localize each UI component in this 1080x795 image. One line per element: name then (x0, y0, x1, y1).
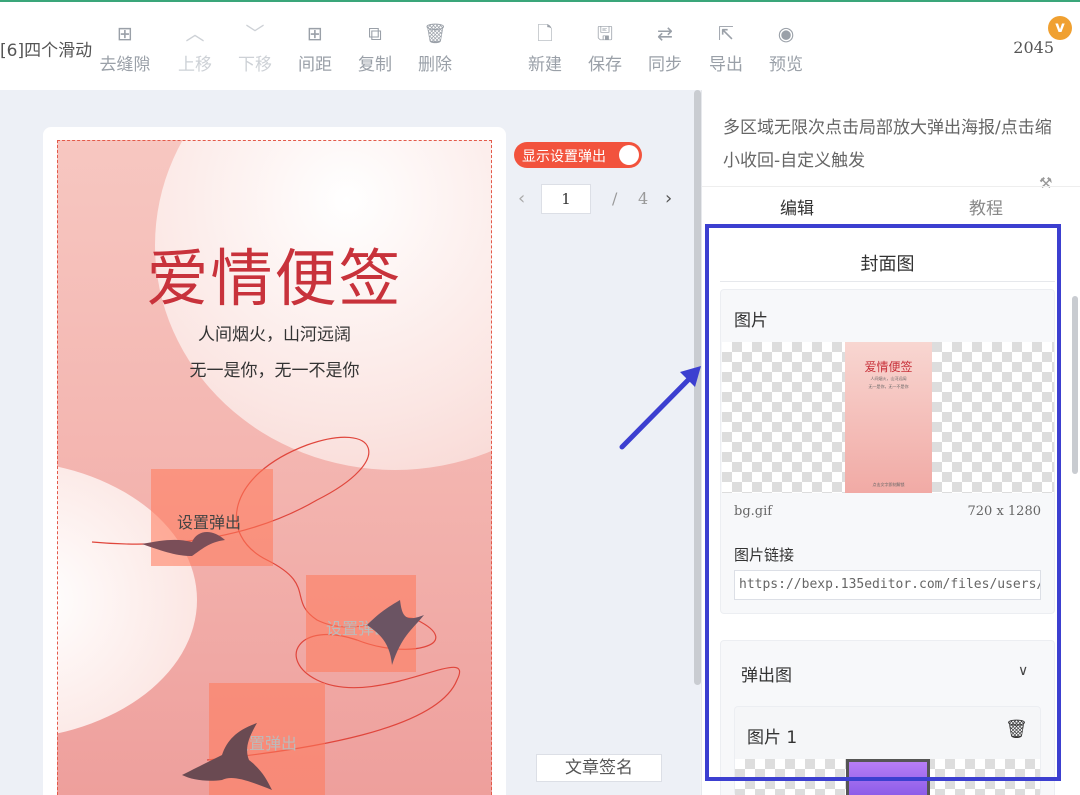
document-title[interactable]: [6]四个滑动 (0, 36, 92, 61)
file-dimensions: 720 x 1280 (967, 504, 1042, 519)
image-link-input[interactable]: https://bexp.135editor.com/files/users/0 (734, 570, 1041, 600)
page-total: 4 (638, 189, 649, 208)
chevron-left-icon[interactable]: ‹ (518, 188, 525, 209)
toolbar-button-9[interactable]: ⇄ 同步 (635, 22, 695, 75)
cover-image-preview[interactable]: 爱情便签 人间烟火，山河远阔 无一是你，无一不是你 点击文字即刻解锁 (722, 342, 1054, 493)
canvas-scrollbar[interactable] (694, 90, 701, 685)
poster-preview[interactable]: 爱情便签 人间烟火，山河远阔 无一是你，无一不是你 设置弹出 设置弹出 设置弹出 (57, 140, 492, 795)
toolbar-button-11[interactable]: ◉ 预览 (756, 22, 816, 75)
image-link-label: 图片链接 (734, 546, 795, 564)
popup-image-label: 图片 1 (747, 728, 798, 748)
toggle-label: 显示设置弹出 (522, 149, 606, 165)
thumb-footer: 点击文字即刻解锁 (872, 482, 905, 487)
page-number-input[interactable]: 1 (541, 184, 591, 214)
bird-illustration (367, 600, 424, 665)
popup-image-item: 图片 1 🗑 (734, 706, 1041, 795)
chevron-right-icon[interactable]: › (665, 188, 672, 209)
bird-illustration (142, 531, 225, 556)
toolbar-button-1[interactable]: ⊞ 去缝隙 (95, 22, 155, 75)
toolbar-button-5[interactable]: ⧉ 复制 (345, 22, 405, 75)
toolbar-button-label: 下移 (238, 55, 272, 75)
tab-tutorial[interactable]: 教程 (969, 194, 1003, 219)
show-popup-toggle[interactable]: 显示设置弹出 (514, 142, 642, 168)
toolbar-button-10[interactable]: ⇱ 导出 (696, 22, 756, 75)
spacing-icon: ⊞ (307, 23, 323, 45)
toolbar-button-label: 去缝隙 (99, 55, 151, 75)
cover-section-title: 封面图 (860, 254, 915, 275)
chevron-down-icon[interactable]: ∨ (1018, 663, 1028, 679)
vip-badge-icon[interactable]: v (1048, 16, 1072, 40)
eye-icon: ◉ (777, 23, 795, 45)
panel-tabs: 编辑 教程 (702, 186, 1080, 222)
toolbar-button-4[interactable]: ⊞ 间距 (285, 22, 345, 75)
trash-icon[interactable]: 🗑 (1005, 719, 1028, 740)
article-signature-button[interactable]: 文章签名 (536, 754, 662, 782)
toolbar-button-label: 上移 (178, 55, 212, 75)
page-separator: / (612, 189, 618, 208)
toggle-knob[interactable] (619, 145, 639, 165)
popup-image-preview[interactable] (735, 759, 1040, 795)
toolbar-button-label: 新建 (528, 55, 562, 75)
toolbar-button-3[interactable]: ﹀ 下移 (225, 22, 285, 75)
tab-edit[interactable]: 编辑 (780, 194, 814, 219)
template-description: 多区域无限次点击局部放大弹出海报/点击缩小收回-自定义触发 (723, 118, 1052, 171)
toolbar-button-label: 预览 (769, 55, 803, 75)
toolbar-button-label: 保存 (588, 55, 622, 75)
panel-scrollbar[interactable] (1072, 296, 1078, 474)
new-doc-icon: 🗋 (537, 23, 553, 45)
popup-image-card: 弹出图 ∨ 图片 1 🗑 (720, 640, 1055, 795)
cover-thumbnail: 爱情便签 人间烟火，山河远阔 无一是你，无一不是你 点击文字即刻解锁 (845, 342, 932, 493)
toolbar-button-label: 同步 (648, 55, 682, 75)
cover-image-card: 图片 爱情便签 人间烟火，山河远阔 无一是你，无一不是你 点击文字即刻解锁 bg… (720, 289, 1055, 614)
sync-icon: ⇄ (657, 23, 673, 45)
toolbar-button-label: 复制 (358, 55, 392, 75)
image-label: 图片 (734, 311, 768, 331)
toolbar-button-7[interactable]: 🗋 新建 (515, 22, 575, 75)
toolbar-button-label: 间距 (298, 55, 332, 75)
user-count: 2045 (1013, 38, 1054, 57)
toolbar-button-6[interactable]: 🗑 删除 (405, 22, 465, 75)
chevron-down-icon: ﹀ (245, 23, 265, 45)
copy-icon: ⧉ (368, 23, 382, 45)
trash-icon: 🗑 (422, 23, 448, 45)
toolbar-button-label: 导出 (709, 55, 743, 75)
bird-illustration (182, 723, 272, 790)
thumb-line-1: 人间烟火，山河远阔 (870, 376, 907, 381)
popup-section-title: 弹出图 (741, 666, 792, 686)
thumb-line-2: 无一是你，无一不是你 (868, 384, 909, 389)
cover-section-header: 封面图 (720, 236, 1055, 282)
thumb-title: 爱情便签 (864, 360, 913, 374)
export-icon: ⇱ (718, 23, 734, 45)
popup-thumbnail (846, 759, 930, 795)
save-icon: 🖫 (596, 23, 614, 45)
toolbar-button-8[interactable]: 🖫 保存 (575, 22, 635, 75)
top-toolbar: [6]四个滑动 ⊞ 去缝隙 ︿ 上移 ﹀ 下移 ⊞ 间距 ⧉ 复制 🗑 删除 🗋 新建 🖫 保存 ⇄ 同步 ⇱ 导出 ◉… (0, 0, 1080, 90)
chevron-up-icon: ︿ (185, 23, 205, 45)
file-name: bg.gif (734, 504, 773, 519)
plus-box-icon: ⊞ (117, 23, 133, 45)
toolbar-button-label: 删除 (418, 55, 452, 75)
toolbar-button-2[interactable]: ︿ 上移 (165, 22, 225, 75)
